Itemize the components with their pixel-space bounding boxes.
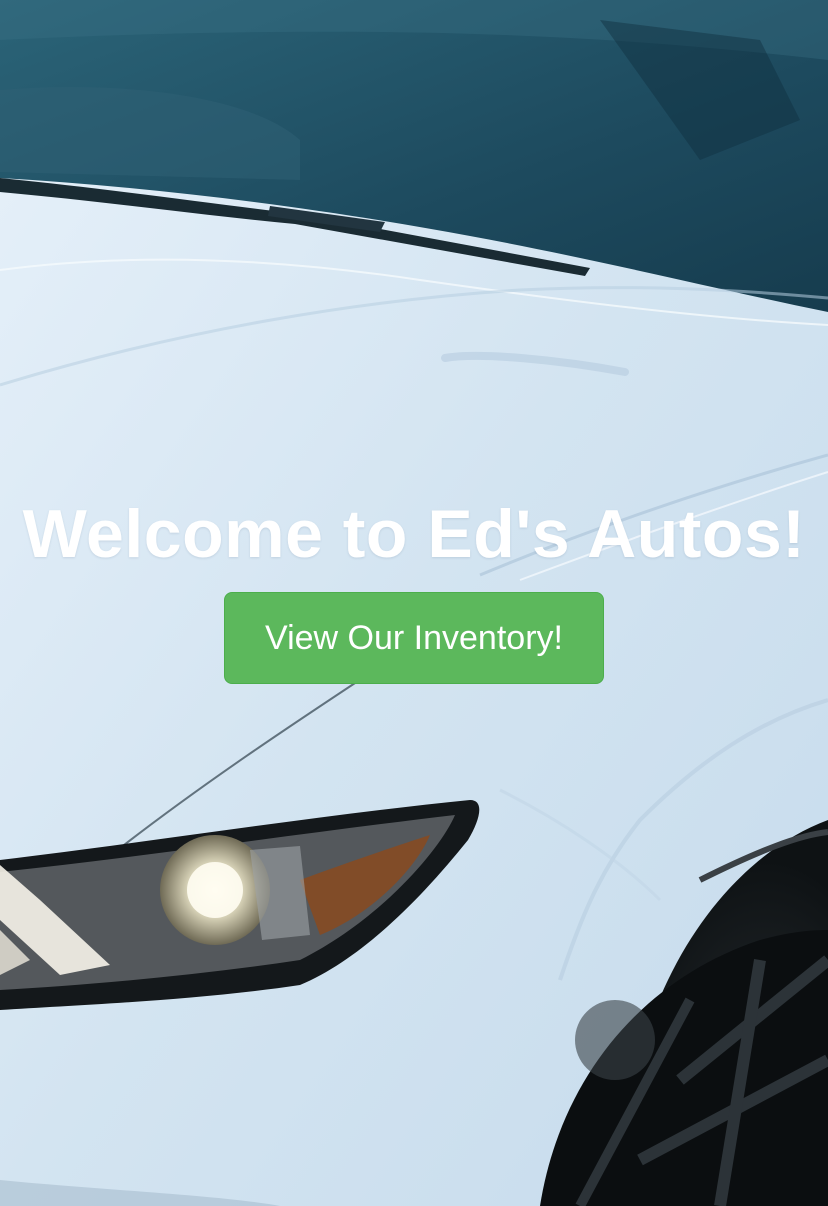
- hero-content: Welcome to Ed's Autos! View Our Inventor…: [0, 0, 828, 1206]
- hero-section: Welcome to Ed's Autos! View Our Inventor…: [0, 0, 828, 1206]
- hero-title: Welcome to Ed's Autos!: [22, 496, 806, 572]
- view-inventory-button[interactable]: View Our Inventory!: [224, 592, 604, 684]
